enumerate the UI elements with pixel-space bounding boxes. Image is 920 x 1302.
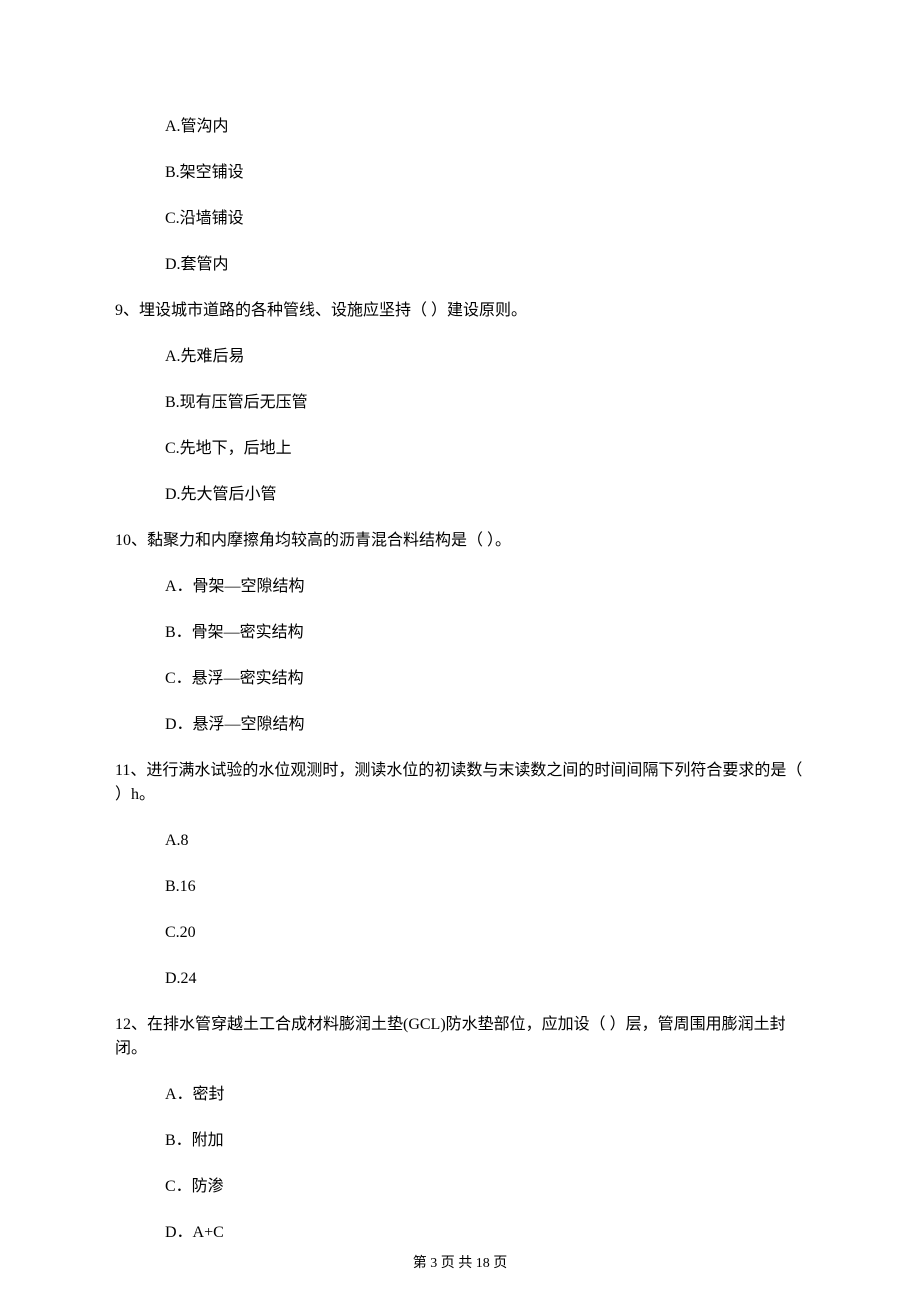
page-number: 第 3 页 共 18 页 [0,1253,920,1274]
q12-option-c: C．防渗 [165,1175,805,1199]
q9-stem: 9、埋设城市道路的各种管线、设施应坚持（ ）建设原则。 [115,299,805,323]
q9-option-a: A.先难后易 [165,345,805,369]
q12-option-b: B．附加 [165,1129,805,1153]
q11-option-a: A.8 [165,829,805,853]
q8-option-a: A.管沟内 [165,115,805,139]
q12-option-a: A．密封 [165,1083,805,1107]
q11-option-c: C.20 [165,921,805,945]
q10-option-a: A．骨架—空隙结构 [165,575,805,599]
q12-stem: 12、在排水管穿越土工合成材料膨润土垫(GCL)防水垫部位，应加设（ ）层，管周… [115,1013,805,1061]
q10-option-d: D．悬浮—空隙结构 [165,713,805,737]
q10-option-c: C．悬浮—密实结构 [165,667,805,691]
q9-option-c: C.先地下，后地上 [165,437,805,461]
q12-option-d: D．A+C [165,1221,805,1245]
q9-option-d: D.先大管后小管 [165,483,805,507]
q11-option-d: D.24 [165,967,805,991]
q8-option-d: D.套管内 [165,253,805,277]
q8-option-c: C.沿墙铺设 [165,207,805,231]
q11-stem: 11、进行满水试验的水位观测时，测读水位的初读数与末读数之间的时间间隔下列符合要… [115,759,805,807]
page: A.管沟内 B.架空铺设 C.沿墙铺设 D.套管内 9、埋设城市道路的各种管线、… [0,0,920,1302]
q11-option-b: B.16 [165,875,805,899]
q9-option-b: B.现有压管后无压管 [165,391,805,415]
q10-option-b: B．骨架—密实结构 [165,621,805,645]
q10-stem: 10、黏聚力和内摩擦角均较高的沥青混合料结构是（ ）。 [115,529,805,553]
q8-option-b: B.架空铺设 [165,161,805,185]
